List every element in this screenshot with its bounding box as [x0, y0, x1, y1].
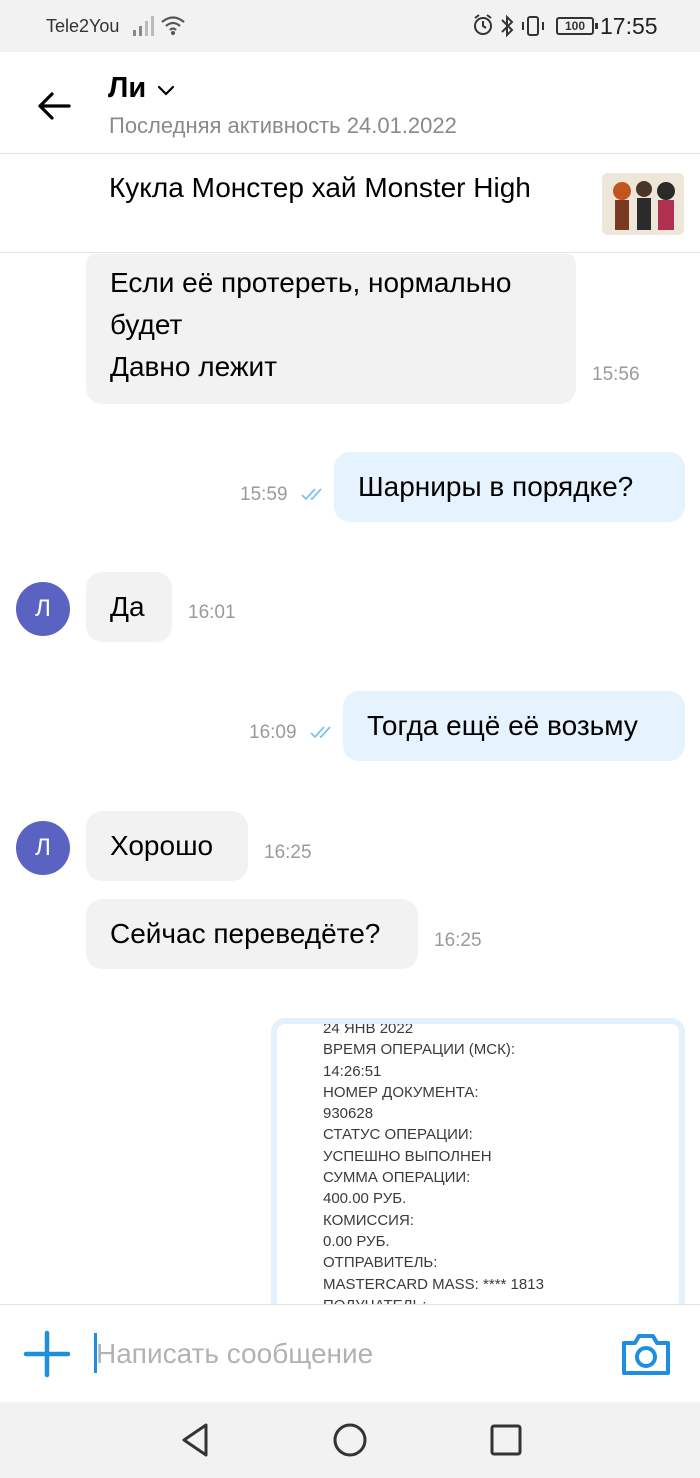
read-ticks-icon	[310, 726, 331, 739]
avatar[interactable]: Л	[16, 582, 70, 636]
carrier-name: Tele2You	[46, 16, 120, 36]
message-time: 16:25	[434, 930, 482, 951]
receipt-line: НОМЕР ДОКУМЕНТА:	[323, 1083, 479, 1101]
message-time: 16:01	[188, 602, 236, 623]
incoming-message[interactable]: Сейчас переведёте?	[86, 899, 418, 969]
receipt-image[interactable]: 24 ЯНВ 2022 ВРЕМЯ ОПЕРАЦИИ (МСК): 14:26:…	[277, 1024, 679, 1304]
message-composer	[0, 1304, 700, 1402]
receipt-line: КОМИССИЯ:	[323, 1211, 414, 1229]
receipt-line: 0.00 РУБ.	[323, 1232, 390, 1250]
signal-icon	[133, 16, 154, 36]
message-text: Да	[110, 591, 145, 622]
message-time: 16:09	[249, 722, 297, 743]
status-bar: Tele2You 100 17:55	[0, 0, 700, 52]
message-text: Сейчас переведёте?	[110, 918, 381, 949]
triangle-back-icon[interactable]	[176, 1420, 216, 1460]
square-recents-icon[interactable]	[486, 1420, 526, 1460]
avatar[interactable]: Л	[16, 821, 70, 875]
receipt-line: ВРЕМЯ ОПЕРАЦИИ (МСК):	[323, 1041, 516, 1059]
read-ticks-icon	[301, 488, 322, 501]
receipt-line: MASTERCARD MASS: **** 1813	[323, 1275, 544, 1293]
receipt-line: 24 ЯНВ 2022	[323, 1024, 414, 1037]
incoming-message[interactable]: Да	[86, 572, 172, 642]
message-list[interactable]: Если её протереть, нормально будет Давно…	[0, 254, 700, 1304]
receipt-image-message[interactable]: 24 ЯНВ 2022 ВРЕМЯ ОПЕРАЦИИ (МСК): 14:26:…	[271, 1018, 685, 1304]
receipt-line: СТАТУС ОПЕРАЦИИ:	[323, 1126, 473, 1144]
battery-indicator: 100	[556, 17, 598, 35]
message-input[interactable]	[96, 1329, 596, 1379]
status-time: 17:55	[600, 13, 658, 39]
outgoing-message[interactable]: Тогда ещё её возьму	[343, 691, 685, 761]
outgoing-message[interactable]: Шарниры в порядке?	[334, 452, 685, 522]
contact-name[interactable]: Ли	[108, 72, 146, 105]
item-banner[interactable]: Кукла Монстер хай Monster High	[0, 155, 700, 253]
item-thumbnail[interactable]	[602, 173, 684, 235]
receipt-line: 400.00 РУБ.	[323, 1190, 407, 1208]
message-time: 16:25	[264, 842, 312, 863]
wifi-icon	[161, 16, 185, 35]
system-nav-bar	[0, 1402, 700, 1478]
alarm-bluetooth-vibrate-icons	[474, 14, 544, 38]
circle-home-icon[interactable]	[330, 1420, 370, 1460]
receipt-line: ПОЛУЧАТЕЛЬ:	[323, 1295, 544, 1304]
incoming-message[interactable]: Если её протереть, нормально будет Давно…	[86, 254, 576, 404]
message-time: 15:59	[240, 484, 288, 505]
camera-icon[interactable]	[620, 1329, 672, 1379]
item-title[interactable]: Кукла Монстер хай Monster High	[109, 169, 569, 207]
message-text-line: будет	[110, 309, 183, 340]
message-text-line: Давно лежит	[110, 351, 278, 382]
chat-header: Ли Последняя активность 24.01.2022	[0, 52, 700, 154]
receipt-line: СУММА ОПЕРАЦИИ:	[323, 1169, 471, 1187]
arrow-left-icon	[38, 92, 71, 120]
message-time: 15:56	[592, 364, 640, 385]
receipt-line: ОТПРАВИТЕЛЬ:	[323, 1254, 438, 1272]
receipt-line: 930628	[323, 1105, 374, 1123]
message-text: Шарниры в порядке?	[358, 471, 634, 502]
receipt-line: 14:26:51	[323, 1062, 382, 1080]
incoming-message[interactable]: Хорошо	[86, 811, 248, 881]
plus-icon[interactable]	[22, 1329, 72, 1379]
message-text: Тогда ещё её возьму	[367, 710, 638, 741]
chevron-down-icon[interactable]	[156, 80, 176, 100]
message-text-line: Если её протереть, нормально	[110, 267, 512, 298]
back-button[interactable]	[30, 84, 78, 128]
last-seen-status: Последняя активность 24.01.2022	[109, 113, 457, 138]
receipt-line: УСПЕШНО ВЫПОЛНЕН	[323, 1147, 492, 1165]
message-text: Хорошо	[110, 830, 214, 861]
receipt-text: 24 ЯНВ 2022 ВРЕМЯ ОПЕРАЦИИ (МСК): 14:26:…	[323, 1024, 544, 1304]
